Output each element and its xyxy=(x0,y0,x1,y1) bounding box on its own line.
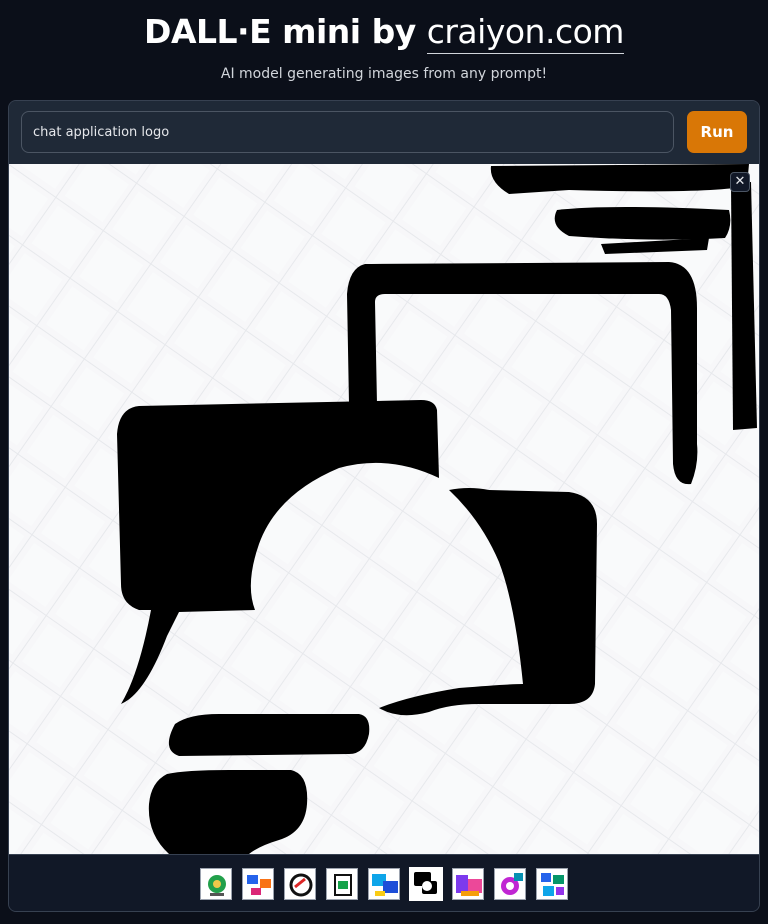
thumbnail[interactable] xyxy=(326,868,358,900)
craiyon-link[interactable]: craiyon.com xyxy=(426,12,624,54)
page: DALL·E mini by craiyon.com AI model gene… xyxy=(0,0,768,924)
thumbnail[interactable] xyxy=(494,868,526,900)
page-title: DALL·E mini by craiyon.com xyxy=(0,12,768,54)
thumbnail[interactable] xyxy=(536,868,568,900)
thumbnail-strip xyxy=(9,854,759,911)
title-prefix: DALL·E mini by xyxy=(144,12,427,51)
thumbnail[interactable] xyxy=(284,868,316,900)
thumbnail[interactable] xyxy=(452,868,484,900)
generated-image: ✕ xyxy=(9,164,759,854)
thumbnail[interactable] xyxy=(242,868,274,900)
prompt-row: Run xyxy=(9,101,759,163)
page-subtitle: AI model generating images from any prom… xyxy=(220,66,548,82)
generator-panel: Run xyxy=(8,100,760,912)
thumbnail[interactable] xyxy=(368,868,400,900)
run-button[interactable]: Run xyxy=(687,111,747,153)
thumbnail-selected[interactable] xyxy=(409,867,443,901)
header: DALL·E mini by craiyon.com AI model gene… xyxy=(0,0,768,100)
close-image-button[interactable]: ✕ xyxy=(730,172,750,192)
chat-logo-image xyxy=(9,164,759,854)
prompt-input[interactable] xyxy=(21,111,674,153)
thumbnail[interactable] xyxy=(200,868,232,900)
